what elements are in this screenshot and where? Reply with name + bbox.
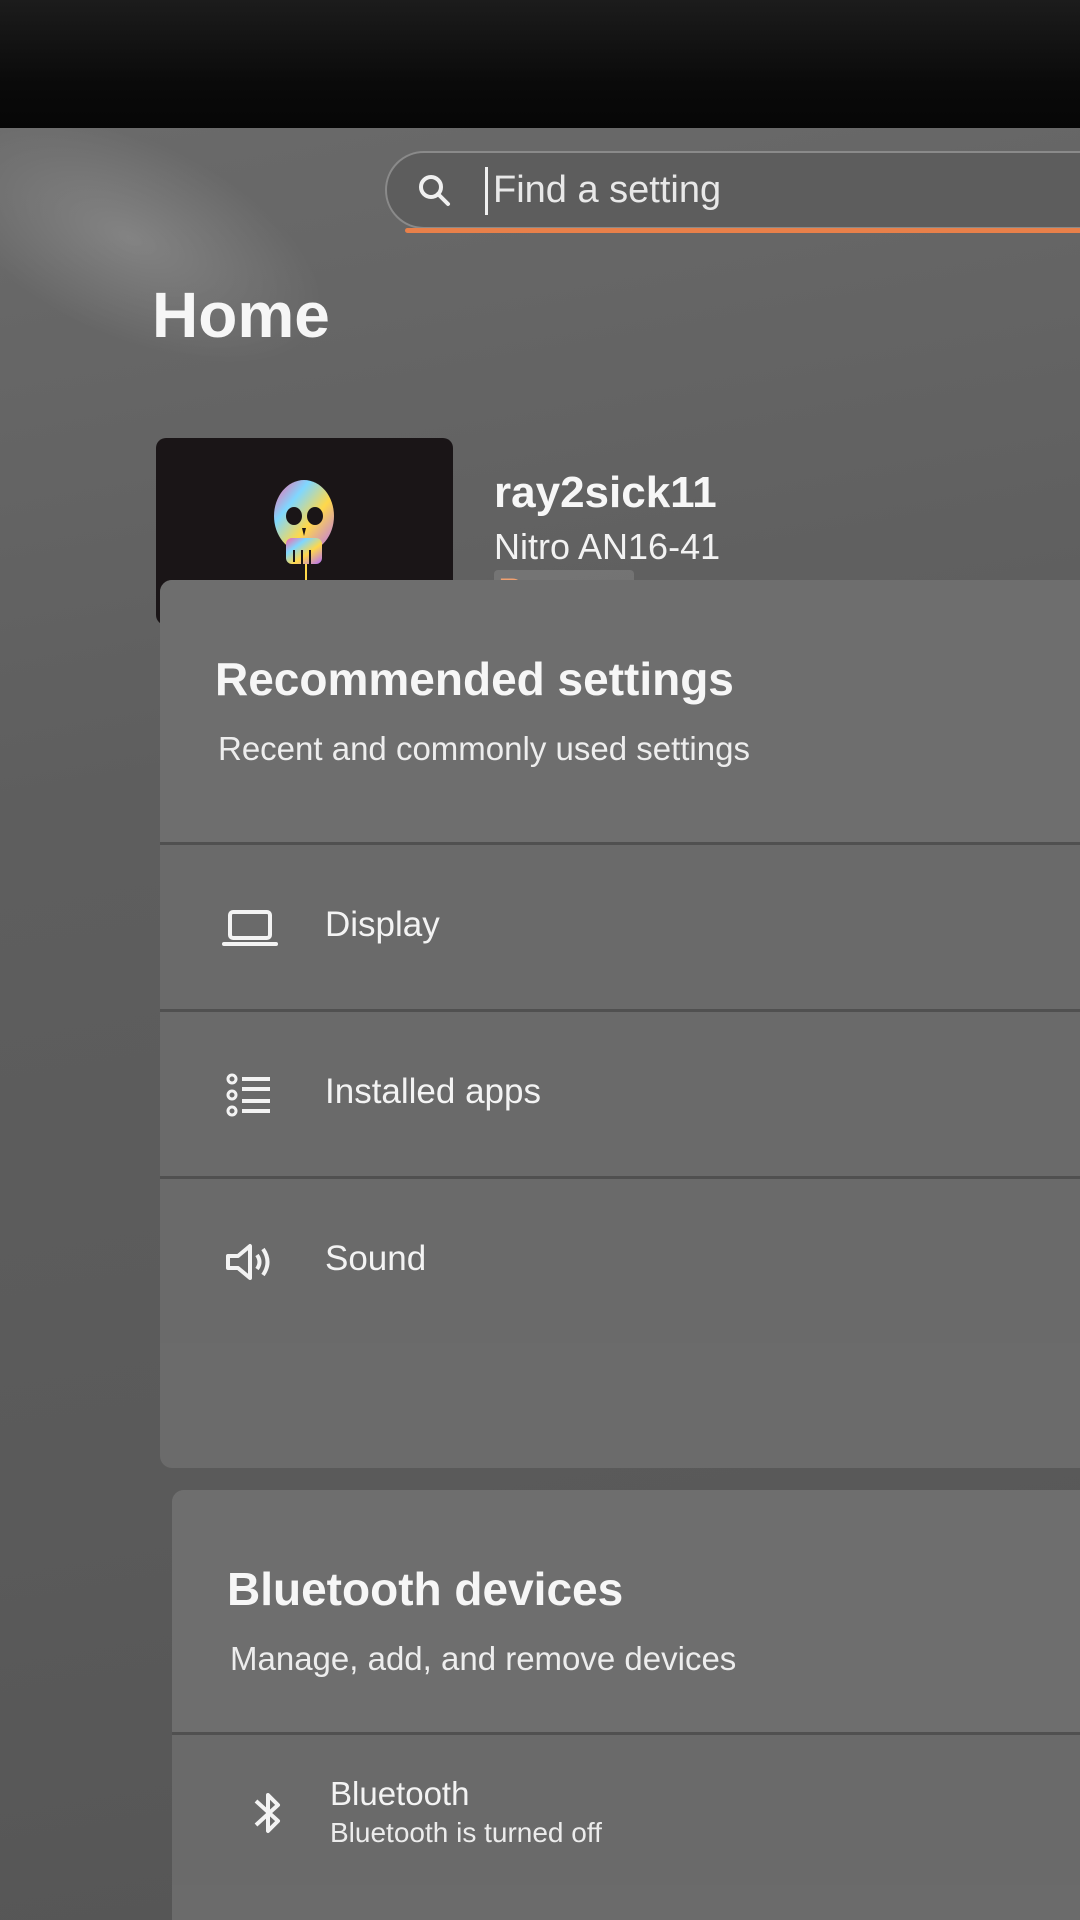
card-title: Bluetooth devices [227, 1563, 624, 1615]
setting-row-display[interactable]: Display [160, 842, 1080, 1009]
bluetooth-header: Bluetooth devices Manage, add, and remov… [172, 1490, 1080, 1732]
setting-row-sound[interactable]: Sound [160, 1176, 1080, 1343]
laptop-icon [222, 910, 278, 946]
row-label: Sound [325, 1239, 427, 1278]
apps-list-icon [226, 1073, 270, 1117]
card-title: Recommended settings [215, 653, 734, 705]
setting-row-bluetooth[interactable]: Bluetooth Bluetooth is turned off [172, 1732, 1080, 1885]
recommended-settings-card: Recommended settings Recent and commonly… [160, 580, 1080, 1468]
bluetooth-icon [254, 1793, 280, 1833]
bluetooth-devices-card: Bluetooth devices Manage, add, and remov… [172, 1490, 1080, 1920]
speaker-icon [226, 1244, 270, 1280]
page-title: Home [152, 279, 330, 351]
search-box[interactable] [385, 151, 1080, 229]
setting-row-installed-apps[interactable]: Installed apps [160, 1009, 1080, 1176]
card-subtitle: Manage, add, and remove devices [230, 1640, 737, 1677]
search-focus-underline [405, 228, 1080, 233]
monitor-bezel [0, 0, 1080, 140]
bluetooth-status: Bluetooth is turned off [330, 1817, 602, 1848]
row-label: Display [325, 905, 440, 944]
bluetooth-label: Bluetooth [330, 1775, 470, 1812]
text-caret [485, 167, 488, 215]
device-name: Nitro AN16-41 [494, 526, 721, 567]
search-input[interactable] [491, 159, 1055, 221]
recommended-header: Recommended settings Recent and commonly… [160, 580, 1080, 842]
card-subtitle: Recent and commonly used settings [218, 730, 750, 767]
profile-name: ray2sick11 [494, 468, 717, 517]
screen-glare [0, 128, 363, 418]
row-label: Installed apps [325, 1072, 541, 1111]
search-icon [419, 175, 450, 206]
settings-window: Home ray2sick11 Nitro AN16-41 Rename [0, 128, 1080, 1920]
